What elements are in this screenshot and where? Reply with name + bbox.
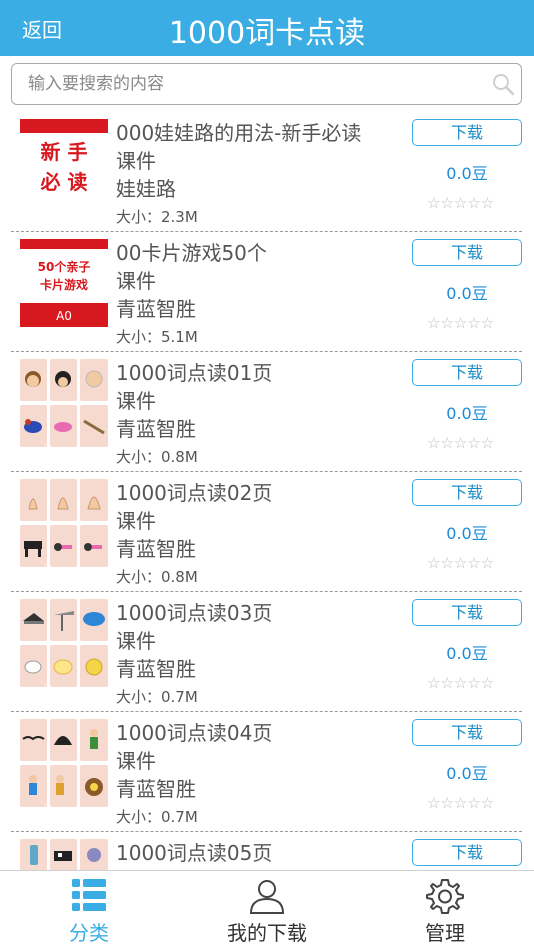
item-price: 0.0豆 <box>446 524 488 543</box>
item-type: 课件 <box>116 509 156 533</box>
rating-stars-icon: ☆☆☆☆☆ <box>427 674 495 692</box>
download-button[interactable]: 下载 <box>412 239 522 266</box>
list-item[interactable]: 1000词点读05页 下载 <box>11 832 522 870</box>
item-type: 课件 <box>116 149 156 173</box>
thumb-text-line2: 必 读 <box>40 170 88 194</box>
item-price: 0.0豆 <box>446 764 488 783</box>
item-price: 0.0豆 <box>446 644 488 663</box>
item-size: 大小：0.7M <box>116 688 198 706</box>
item-author: 青蓝智胜 <box>116 777 196 801</box>
item-name: 1000词点读02页 <box>116 481 273 505</box>
item-name: 00卡片游戏50个 <box>116 241 267 265</box>
item-name: 1000词点读04页 <box>116 721 273 745</box>
item-name: 1000词点读05页 <box>116 841 273 865</box>
thumbnail-newbie-guide: 新 手 必 读 <box>20 119 108 207</box>
thumbnail-word-cards <box>20 599 108 687</box>
rating-stars-icon: ☆☆☆☆☆ <box>427 554 495 572</box>
item-type: 课件 <box>116 749 156 773</box>
item-info: 1000词点读03页 课件 青蓝智胜 大小：0.7M <box>116 599 416 709</box>
list-item[interactable]: 50个亲子 卡片游戏 A0 00卡片游戏50个 课件 青蓝智胜 大小：5.1M … <box>11 232 522 352</box>
rating-stars-icon: ☆☆☆☆☆ <box>427 194 495 212</box>
category-grid-icon <box>72 879 106 911</box>
item-type: 课件 <box>116 269 156 293</box>
item-info: 00卡片游戏50个 课件 青蓝智胜 大小：5.1M <box>116 239 416 349</box>
item-size: 大小：0.8M <box>116 448 198 466</box>
list-item[interactable]: 1000词点读01页 课件 青蓝智胜 大小：0.8M 下载 0.0豆 ☆☆☆☆☆ <box>11 352 522 472</box>
rating-stars-icon: ☆☆☆☆☆ <box>427 314 495 332</box>
item-size: 大小：0.7M <box>116 808 198 826</box>
list-item[interactable]: 1000词点读03页 课件 青蓝智胜 大小：0.7M 下载 0.0豆 ☆☆☆☆☆ <box>11 592 522 712</box>
item-name: 1000词点读01页 <box>116 361 273 385</box>
thumb-text-code: A0 <box>56 309 72 323</box>
item-info: 1000词点读05页 <box>116 839 416 867</box>
item-size: 大小：2.3M <box>116 208 198 226</box>
thumbnail-word-cards <box>20 719 108 807</box>
item-author: 青蓝智胜 <box>116 537 196 561</box>
item-info: 1000词点读04页 课件 青蓝智胜 大小：0.7M <box>116 719 416 829</box>
download-button[interactable]: 下载 <box>412 479 522 506</box>
courseware-list: 新 手 必 读 000娃娃路的用法-新手必读 课件 娃娃路 大小：2.3M 下载… <box>0 112 534 870</box>
search-box[interactable] <box>11 63 522 105</box>
item-size: 大小：5.1M <box>116 328 198 346</box>
thumbnail-word-cards <box>20 839 108 870</box>
tab-manage[interactable]: 管理 <box>356 871 534 950</box>
download-button[interactable]: 下载 <box>412 359 522 386</box>
tab-category[interactable]: 分类 <box>0 871 178 950</box>
item-type: 课件 <box>116 389 156 413</box>
rating-stars-icon: ☆☆☆☆☆ <box>427 794 495 812</box>
item-author: 青蓝智胜 <box>116 417 196 441</box>
person-icon <box>249 880 285 914</box>
tab-label: 分类 <box>69 921 109 945</box>
item-author: 青蓝智胜 <box>116 657 196 681</box>
download-button[interactable]: 下载 <box>412 719 522 746</box>
search-input[interactable] <box>12 64 472 104</box>
item-author: 娃娃路 <box>116 177 176 201</box>
item-name: 000娃娃路的用法-新手必读 <box>116 121 362 145</box>
item-type: 课件 <box>116 629 156 653</box>
thumb-text-line2: 卡片游戏 <box>40 277 88 292</box>
list-item[interactable]: 新 手 必 读 000娃娃路的用法-新手必读 课件 娃娃路 大小：2.3M 下载… <box>11 112 522 232</box>
item-info: 1000词点读02页 课件 青蓝智胜 大小：0.8M <box>116 479 416 589</box>
item-info: 1000词点读01页 课件 青蓝智胜 大小：0.8M <box>116 359 416 469</box>
gear-icon <box>426 879 464 914</box>
item-name: 1000词点读03页 <box>116 601 273 625</box>
item-info: 000娃娃路的用法-新手必读 课件 娃娃路 大小：2.3M <box>116 119 416 229</box>
list-item[interactable]: 1000词点读04页 课件 青蓝智胜 大小：0.7M 下载 0.0豆 ☆☆☆☆☆ <box>11 712 522 832</box>
tab-label: 我的下载 <box>227 921 307 945</box>
thumb-text-line1: 50个亲子 <box>38 259 91 274</box>
item-price: 0.0豆 <box>446 404 488 423</box>
search-icon[interactable] <box>491 72 515 96</box>
item-price: 0.0豆 <box>446 164 488 183</box>
bottom-tab-bar: 分类 我的下载 管理 <box>0 870 534 950</box>
thumbnail-word-cards <box>20 479 108 567</box>
tab-my-downloads[interactable]: 我的下载 <box>178 871 356 950</box>
thumbnail-word-cards <box>20 359 108 447</box>
download-button[interactable]: 下载 <box>412 599 522 626</box>
item-size: 大小：0.8M <box>116 568 198 586</box>
thumb-text-line1: 新 手 <box>41 140 88 164</box>
download-button[interactable]: 下载 <box>412 839 522 866</box>
rating-stars-icon: ☆☆☆☆☆ <box>427 434 495 452</box>
list-item[interactable]: 1000词点读02页 课件 青蓝智胜 大小：0.8M 下载 0.0豆 ☆☆☆☆☆ <box>11 472 522 592</box>
top-bar: 返回 1000词卡点读 <box>0 0 534 56</box>
thumbnail-card-games: 50个亲子 卡片游戏 A0 <box>20 239 108 327</box>
item-price: 0.0豆 <box>446 284 488 303</box>
tab-label: 管理 <box>425 921 465 945</box>
page-title: 1000词卡点读 <box>168 16 366 51</box>
download-button[interactable]: 下载 <box>412 119 522 146</box>
item-author: 青蓝智胜 <box>116 297 196 321</box>
